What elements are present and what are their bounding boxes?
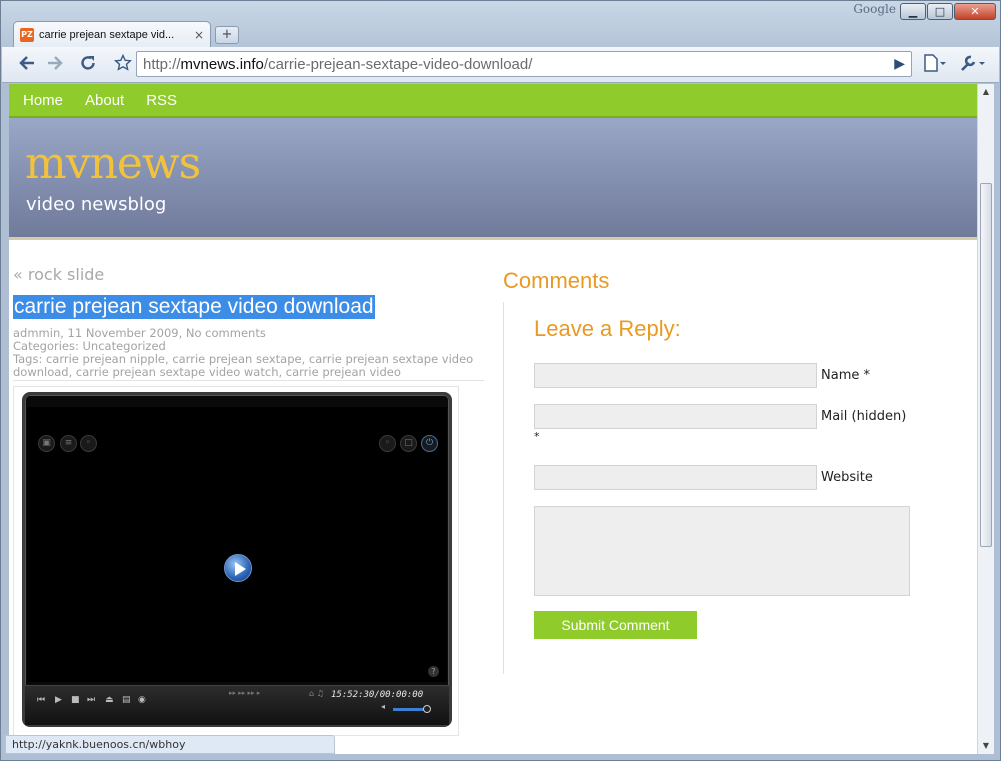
fullscreen-icon[interactable]: □ — [400, 435, 417, 452]
page-scrollbar[interactable]: ▲ ▼ — [977, 84, 994, 754]
wrench-icon — [961, 55, 985, 71]
player-controls: ⏮ ▶ ■ ⏭ ⏏ ▤ ◉ ▸▸ ▸▸ ▸▸ ▸ ⌂ ♫ 15:52:30/00… — [25, 685, 449, 725]
open-file-icon[interactable]: ▣ — [38, 435, 55, 452]
previous-track-icon[interactable]: ⏮ — [37, 695, 45, 705]
share-icon[interactable]: ◦ — [80, 435, 97, 452]
settings-icon[interactable]: ◦ — [379, 435, 396, 452]
video-player[interactable]: ▣ ≡ ◦ ◦ □ ⏻ ? ⏮ ▶ ■ ⏭ ⏏ ▤ ◉ ▸▸ ▸▸ ▸▸ ▸ ⌂… — [22, 392, 452, 727]
tab-close-icon[interactable]: × — [194, 28, 204, 42]
favicon-icon: PZ — [20, 27, 34, 42]
browser-toolbar: http://mvnews.info/carrie-prejean-sextap… — [2, 47, 999, 83]
address-bar[interactable]: http://mvnews.info/carrie-prejean-sextap… — [136, 51, 912, 77]
post-tags-line2[interactable]: download, carrie prejean sextape video w… — [13, 366, 401, 379]
site-title[interactable]: mvnews — [25, 138, 201, 189]
tools-menu-button[interactable] — [957, 54, 989, 76]
help-icon[interactable]: ? — [428, 666, 439, 677]
reply-heading: Leave a Reply: — [534, 316, 681, 341]
record-icon[interactable]: ◉ — [138, 695, 146, 705]
arrow-right-icon — [48, 56, 63, 70]
window-controls: ▁ □ ✕ — [899, 3, 996, 21]
page-menu-button[interactable] — [920, 54, 948, 76]
site-nav: Home About RSS — [9, 84, 977, 118]
status-bubble: http://yaknk.buenoos.cn/wbhoy — [5, 735, 335, 754]
scroll-down-icon[interactable]: ▼ — [978, 738, 994, 754]
volume-handle[interactable] — [423, 705, 431, 713]
submit-comment-button[interactable]: Submit Comment — [534, 611, 697, 639]
reload-icon — [81, 56, 95, 70]
browser-tab[interactable]: PZ carrie prejean sextape vid... × — [13, 21, 211, 47]
site-header: mvnews video newsblog — [9, 118, 977, 240]
url-scheme: http:// — [143, 55, 181, 73]
page-content: « rock slide carrie prejean sextape vide… — [9, 240, 977, 754]
volume-slider[interactable] — [393, 708, 427, 711]
minimize-button[interactable]: ▁ — [900, 3, 926, 20]
post-title[interactable]: carrie prejean sextape video download — [13, 295, 375, 319]
arrow-left-icon — [19, 56, 34, 70]
go-icon[interactable]: ▶ — [894, 55, 905, 72]
website-label: Website — [821, 470, 873, 485]
audio-icons: ⌂ ♫ — [309, 689, 324, 698]
back-button[interactable] — [16, 54, 38, 76]
comments-heading: Comments — [503, 268, 610, 293]
stop-icon[interactable]: ■ — [71, 695, 80, 705]
video-embed: ▣ ≡ ◦ ◦ □ ⏻ ? ⏮ ▶ ■ ⏭ ⏏ ▤ ◉ ▸▸ ▸▸ ▸▸ ▸ ⌂… — [13, 386, 459, 736]
website-field[interactable] — [534, 465, 817, 490]
previous-post-link[interactable]: « rock slide — [13, 265, 104, 284]
reload-button[interactable] — [77, 54, 99, 76]
eject-icon[interactable]: ⏏ — [105, 695, 114, 705]
name-label: Name * — [821, 368, 870, 383]
speaker-icon[interactable]: ◂ — [381, 702, 385, 711]
maximize-button[interactable]: □ — [927, 3, 953, 20]
url-host: mvnews.info — [180, 55, 264, 73]
seek-controls[interactable]: ▸▸ ▸▸ ▸▸ ▸ — [229, 689, 260, 697]
mail-label: Mail (hidden) — [821, 409, 907, 424]
playlist-icon[interactable]: ▤ — [122, 695, 131, 705]
time-readout: 15:52:30/00:00:00 — [331, 690, 424, 700]
page-viewport: Home About RSS mvnews video newsblog « r… — [9, 84, 977, 754]
play-small-icon[interactable]: ▶ — [55, 695, 62, 705]
comments-divider — [503, 302, 504, 674]
star-icon — [113, 53, 133, 71]
tab-title: carrie prejean sextape vid... — [39, 28, 175, 41]
next-track-icon[interactable]: ⏭ — [87, 695, 95, 705]
nav-rss[interactable]: RSS — [146, 92, 177, 109]
google-brand: Google — [853, 2, 896, 16]
mail-field[interactable] — [534, 404, 817, 429]
new-tab-button[interactable]: + — [215, 26, 239, 44]
comment-textarea[interactable] — [534, 506, 910, 596]
play-icon[interactable] — [224, 554, 252, 582]
page-icon — [924, 54, 946, 72]
scroll-up-icon[interactable]: ▲ — [978, 84, 994, 100]
url-path: /carrie-prejean-sextape-video-download/ — [263, 55, 533, 73]
name-field[interactable] — [534, 363, 817, 388]
list-icon[interactable]: ≡ — [60, 435, 77, 452]
nav-home[interactable]: Home — [23, 92, 63, 109]
mail-required-mark: * — [534, 430, 540, 443]
forward-button[interactable] — [44, 54, 66, 76]
nav-about[interactable]: About — [85, 92, 124, 109]
power-icon[interactable]: ⏻ — [421, 435, 438, 452]
video-screen[interactable]: ▣ ≡ ◦ ◦ □ ⏻ ? — [27, 407, 447, 682]
browser-window: Google ▁ □ ✕ PZ carrie prejean sextape v… — [0, 0, 1001, 761]
bookmark-button[interactable] — [112, 53, 134, 76]
site-tagline: video newsblog — [26, 194, 167, 215]
scroll-thumb[interactable] — [980, 183, 992, 547]
post-divider — [13, 380, 484, 381]
close-window-button[interactable]: ✕ — [954, 3, 996, 20]
